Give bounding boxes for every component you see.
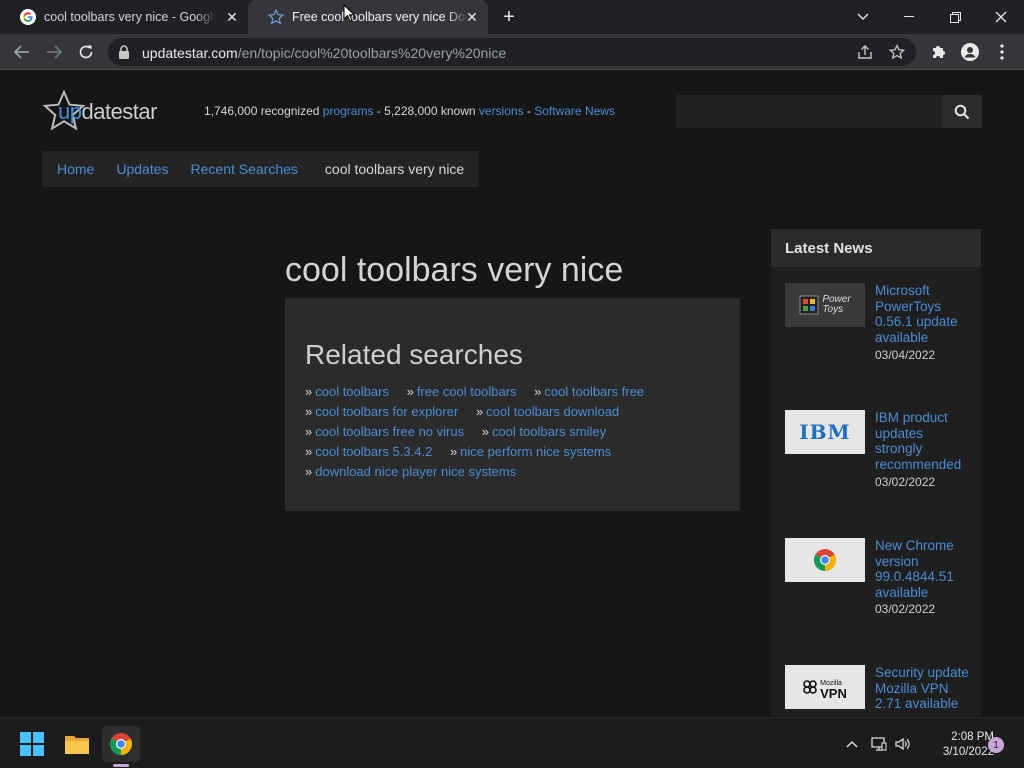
latest-news-header: Latest News xyxy=(771,229,981,267)
related-link[interactable]: cool toolbars download xyxy=(486,404,619,419)
related-link[interactable]: nice perform nice systems xyxy=(460,444,611,459)
programs-count: 1,746,000 recognized xyxy=(204,104,320,118)
active-app-indicator xyxy=(113,764,129,767)
back-arrow-icon[interactable] xyxy=(10,40,34,64)
nav-updates[interactable]: Updates xyxy=(116,161,168,177)
close-tab-icon[interactable]: ✕ xyxy=(224,9,240,25)
browser-toolbar: updatestar.com/en/topic/cool%20toolbars%… xyxy=(0,34,1024,70)
related-searches-panel: Related searches » cool toolbars » free co… xyxy=(285,298,740,511)
address-bar[interactable]: updatestar.com/en/topic/cool%20toolbars%… xyxy=(108,38,916,66)
related-searches-title: Related searches xyxy=(305,339,523,370)
close-tab-icon[interactable]: ✕ xyxy=(464,9,480,25)
page-title: cool toolbars very nice xyxy=(285,251,624,289)
chrome-logo[interactable] xyxy=(785,538,865,582)
forward-arrow-icon[interactable] xyxy=(42,40,66,64)
news-title-link[interactable]: New Chrome version 99.0.4844.51 availabl… xyxy=(875,538,971,600)
related-link[interactable]: download nice player nice systems xyxy=(315,464,516,479)
browser-tab-strip: cool toolbars very nice - Google Search … xyxy=(0,0,1024,34)
related-link[interactable]: free cool toolbars xyxy=(417,384,517,399)
programs-link[interactable]: programs xyxy=(323,104,374,118)
chrome-icon xyxy=(814,549,836,571)
tab-google-search[interactable]: cool toolbars very nice - Google Search … xyxy=(0,0,248,34)
volume-speaker-icon[interactable] xyxy=(895,736,911,752)
site-search-button[interactable] xyxy=(942,95,982,128)
related-row: » cool toolbars 5.3.4.2 » nice perform nic… xyxy=(305,444,612,459)
related-searches-list: » cool toolbars » free cool toolbars » cool… xyxy=(305,382,725,482)
extensions-puzzle-icon[interactable] xyxy=(928,42,948,62)
breadcrumb-nav: Home Updates Recent Searches cool toolba… xyxy=(42,151,480,187)
clock-time: 2:08 PM xyxy=(951,731,994,743)
updatestar-logo[interactable]: updatestar xyxy=(42,90,162,134)
news-title-link[interactable]: IBM product updates strongly recommended xyxy=(875,410,971,472)
nav-current-topic: cool toolbars very nice xyxy=(324,161,465,177)
close-window-icon[interactable] xyxy=(978,0,1024,34)
related-row: » cool toolbars free no virus » cool toolb… xyxy=(305,424,607,439)
new-tab-button[interactable]: + xyxy=(498,6,520,28)
windows-taskbar: 2:08 PM 3/10/2022 1 xyxy=(0,717,1024,768)
versions-count: 5,228,000 known xyxy=(384,104,476,118)
nav-recent-searches[interactable]: Recent Searches xyxy=(191,161,298,177)
powertoys-icon xyxy=(799,295,819,315)
tab-title: cool toolbars very nice - Google Search xyxy=(44,10,216,24)
news-title-link[interactable]: Microsoft PowerToys 0.56.1 update availa… xyxy=(875,283,971,345)
file-explorer-folder-icon[interactable] xyxy=(58,726,96,762)
profile-avatar-icon[interactable] xyxy=(960,42,980,62)
google-icon xyxy=(20,9,36,25)
notification-badge[interactable]: 1 xyxy=(988,737,1004,753)
tab-title: Free cool toolbars very nice Download xyxy=(292,10,468,24)
url-text: updatestar.com/en/topic/cool%20toolbars%… xyxy=(142,45,507,61)
show-hidden-icons-chevron-up-icon[interactable] xyxy=(844,736,860,752)
related-row: » cool toolbars for explorer » cool toolba… xyxy=(305,404,620,419)
related-row: » cool toolbars » free cool toolbars » cool… xyxy=(305,384,645,399)
menu-kebab-icon[interactable] xyxy=(992,42,1012,62)
network-icon[interactable] xyxy=(871,736,887,752)
web-page: updatestar 1,746,000 recognized programs… xyxy=(0,71,1024,717)
system-clock[interactable]: 2:08 PM 3/10/2022 xyxy=(918,730,994,760)
mozilla-vpn-logo[interactable]: Mozilla VPN xyxy=(785,665,865,709)
tab-updatestar[interactable]: Free cool toolbars very nice Download ✕ xyxy=(248,0,488,34)
versions-link[interactable]: versions xyxy=(479,104,524,118)
vpn-icon xyxy=(803,680,817,694)
related-row: » download nice player nice systems xyxy=(305,464,517,479)
share-icon[interactable] xyxy=(856,43,874,61)
related-link[interactable]: cool toolbars xyxy=(315,384,389,399)
related-link[interactable]: cool toolbars free no virus xyxy=(315,424,464,439)
news-date: 03/02/2022 xyxy=(875,475,936,489)
site-stats: 1,746,000 recognized programs - 5,228,00… xyxy=(204,104,615,118)
mouse-cursor-icon xyxy=(343,4,355,22)
related-link[interactable]: cool toolbars 5.3.4.2 xyxy=(315,444,432,459)
bookmark-star-icon[interactable] xyxy=(888,43,906,61)
search-icon xyxy=(954,104,970,119)
related-link[interactable]: cool toolbars for explorer xyxy=(315,404,458,419)
related-link[interactable]: cool toolbars smiley xyxy=(492,424,606,439)
news-date: 03/04/2022 xyxy=(875,348,936,362)
news-date: 03/02/2022 xyxy=(875,602,936,616)
latest-news-sidebar: Latest News Power Toys Microsoft PowerToy… xyxy=(771,229,981,717)
tab-search-chevron-down-icon[interactable] xyxy=(840,0,886,34)
start-windows-icon[interactable] xyxy=(13,726,51,762)
news-title-link[interactable]: Security update Mozilla VPN 2.71 availab… xyxy=(875,665,971,712)
powertoys-logo[interactable]: Power Toys xyxy=(785,283,865,327)
chrome-taskbar-icon[interactable] xyxy=(102,726,140,762)
ibm-logo[interactable]: IBM xyxy=(785,410,865,454)
updatestar-star-icon xyxy=(268,9,284,25)
site-search-input[interactable] xyxy=(676,95,942,128)
software-news-link[interactable]: Software News xyxy=(534,104,615,118)
lock-icon[interactable] xyxy=(118,45,130,64)
related-link[interactable]: cool toolbars free xyxy=(544,384,644,399)
nav-home[interactable]: Home xyxy=(57,161,94,177)
clock-date: 3/10/2022 xyxy=(942,746,994,758)
minimize-icon[interactable] xyxy=(886,0,932,34)
logo-text: updatestar xyxy=(58,99,157,124)
reload-icon[interactable] xyxy=(74,40,98,64)
restore-icon[interactable] xyxy=(932,0,978,34)
